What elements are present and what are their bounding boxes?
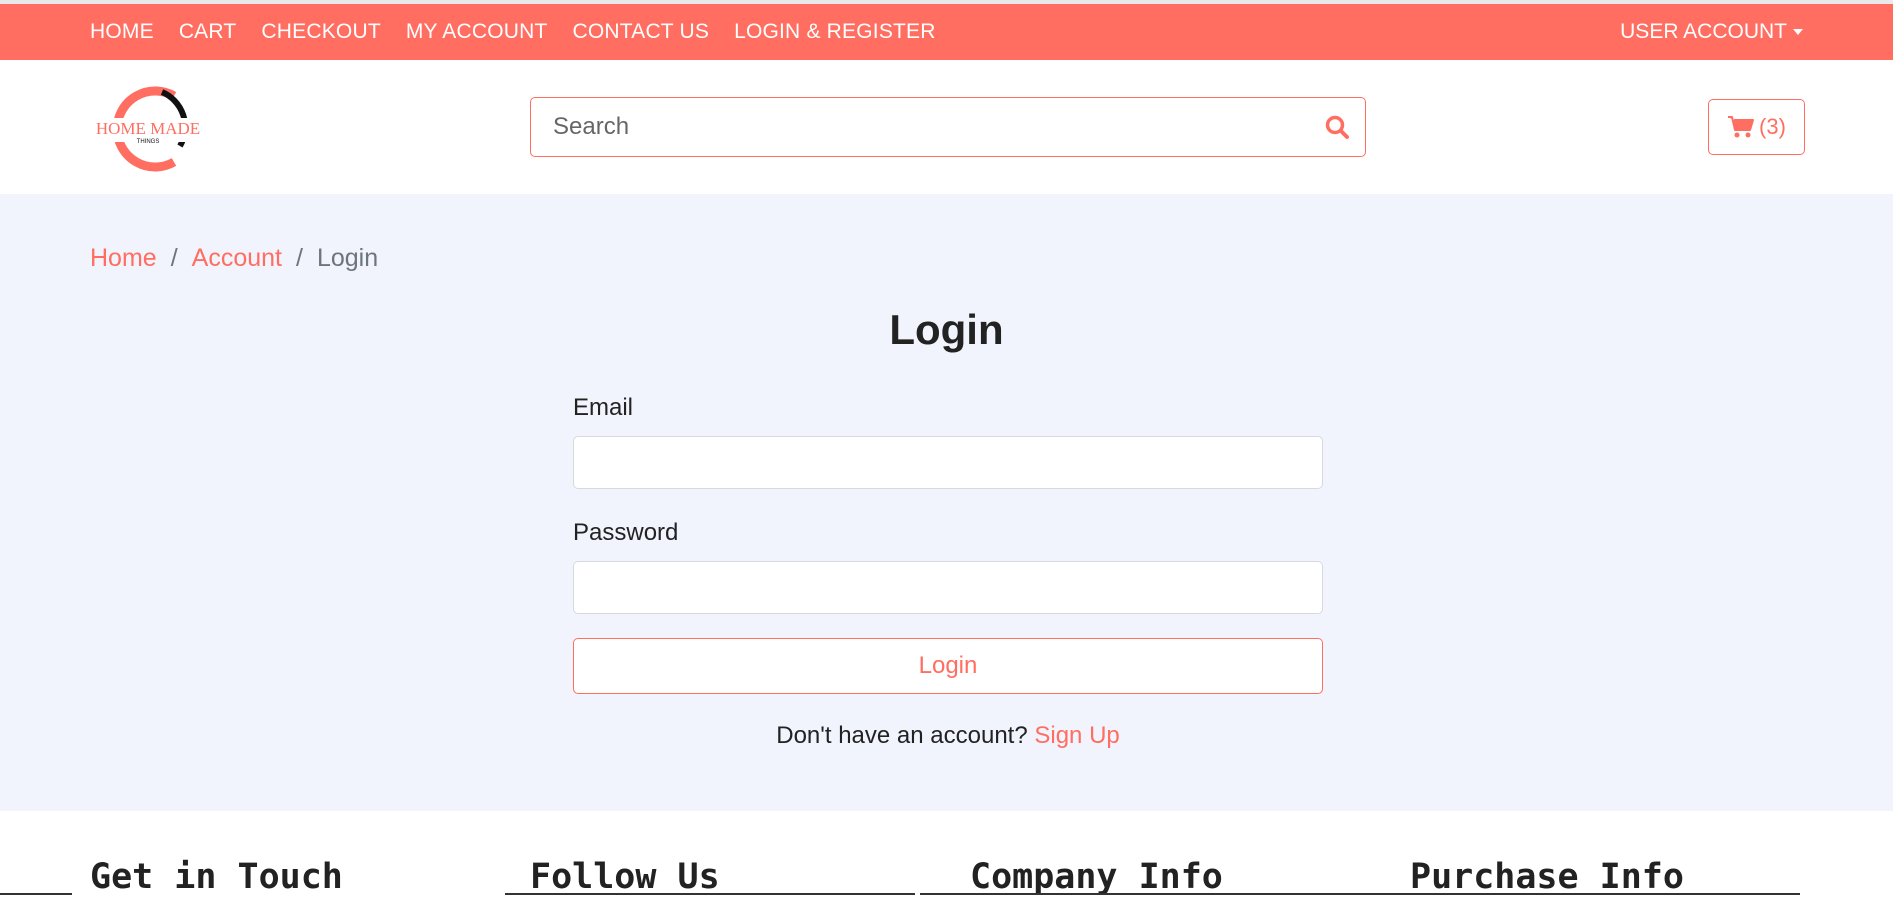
svg-text:HOME MADE: HOME MADE xyxy=(96,119,200,138)
caret-down-icon xyxy=(1793,29,1803,35)
site-footer: Get in Touch Follow Us Company Info Purc… xyxy=(0,811,1893,897)
main-nav: HOME CART CHECKOUT MY ACCOUNT CONTACT US… xyxy=(90,20,961,44)
signup-link[interactable]: Sign Up xyxy=(1034,722,1119,749)
nav-home[interactable]: HOME xyxy=(90,20,154,44)
signup-prompt: Don't have an account? Sign Up xyxy=(573,722,1323,750)
search-icon[interactable] xyxy=(1309,98,1365,156)
search-bar xyxy=(530,97,1366,157)
cart-icon xyxy=(1728,116,1755,138)
signup-prompt-text: Don't have an account? xyxy=(776,722,1028,749)
footer-heading-follow-us: Follow Us xyxy=(530,857,720,897)
main-content: Home / Account / Login Login Email Passw… xyxy=(0,194,1893,811)
footer-divider xyxy=(505,893,915,895)
breadcrumb-account[interactable]: Account xyxy=(192,244,282,273)
password-field[interactable] xyxy=(573,561,1323,614)
footer-heading-get-in-touch: Get in Touch xyxy=(90,857,343,897)
breadcrumb-separator: / xyxy=(295,244,303,272)
nav-cart[interactable]: CART xyxy=(179,20,237,44)
nav-contact-us[interactable]: CONTACT US xyxy=(573,20,710,44)
cart-button[interactable]: (3) xyxy=(1708,99,1805,155)
top-navbar: HOME CART CHECKOUT MY ACCOUNT CONTACT US… xyxy=(0,0,1893,60)
breadcrumb-home[interactable]: Home xyxy=(90,244,157,273)
email-field[interactable] xyxy=(573,436,1323,489)
nav-login-register[interactable]: LOGIN & REGISTER xyxy=(734,20,936,44)
footer-divider xyxy=(920,893,1800,895)
search-input[interactable] xyxy=(531,98,1309,156)
footer-heading-company-info: Company Info xyxy=(970,857,1223,897)
footer-divider xyxy=(0,893,72,895)
nav-checkout[interactable]: CHECKOUT xyxy=(261,20,380,44)
user-account-label: USER ACCOUNT xyxy=(1620,20,1787,43)
breadcrumb-current: Login xyxy=(316,244,379,272)
cart-count: (3) xyxy=(1759,114,1786,139)
breadcrumb: Home / Account / Login xyxy=(90,244,378,273)
page-title: Login xyxy=(889,306,1004,353)
password-label: Password xyxy=(573,519,679,546)
svg-text:THINGS: THINGS xyxy=(137,139,160,145)
login-form: Email Password Login Don't have an accou… xyxy=(573,394,1323,750)
site-header: HOME MADE THINGS (3) xyxy=(0,60,1893,194)
breadcrumb-separator: / xyxy=(170,244,178,272)
user-account-dropdown[interactable]: USER ACCOUNT xyxy=(1620,20,1803,44)
home-made-logo[interactable]: HOME MADE THINGS xyxy=(88,82,208,174)
email-label: Email xyxy=(573,394,634,421)
login-button[interactable]: Login xyxy=(573,638,1323,694)
nav-my-account[interactable]: MY ACCOUNT xyxy=(406,20,548,44)
footer-heading-purchase-info: Purchase Info xyxy=(1410,857,1684,897)
